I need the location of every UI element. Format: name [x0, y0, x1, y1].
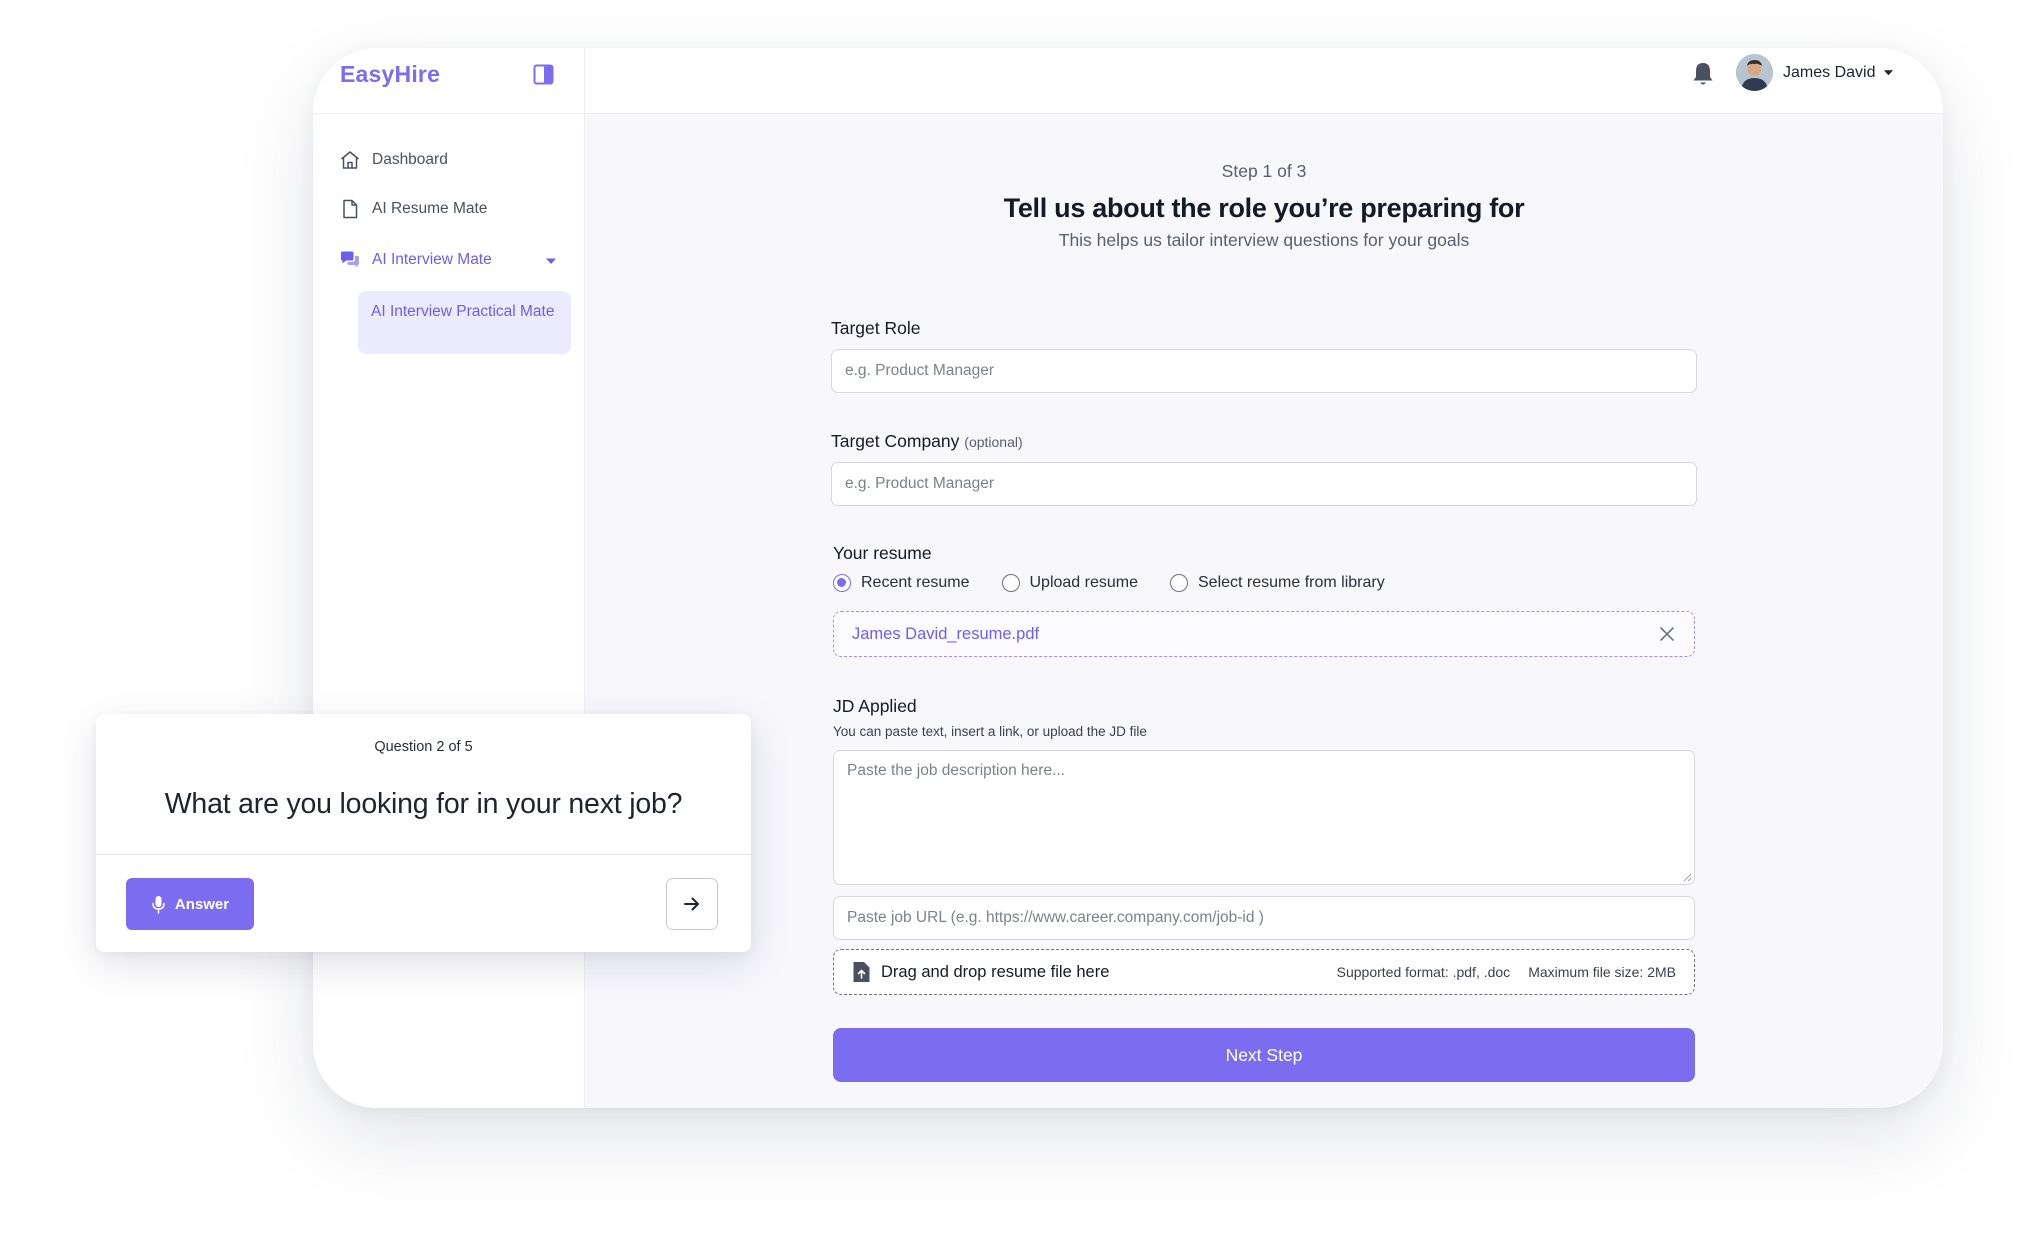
target-company-label-text: Target Company: [831, 431, 960, 451]
jd-file-dropzone[interactable]: Drag and drop resume file here Supported…: [833, 949, 1695, 995]
bell-icon[interactable]: [1690, 60, 1716, 88]
radio-recent-resume[interactable]: Recent resume: [833, 574, 970, 592]
max-file-size-note: Maximum file size: 2MB: [1528, 964, 1676, 980]
chat-bubbles-icon: [341, 251, 359, 268]
optional-note: (optional): [964, 434, 1023, 450]
microphone-icon: [152, 895, 165, 914]
question-card: Question 2 of 5 What are you looking for…: [96, 714, 751, 952]
resume-section-label: Your resume: [833, 543, 932, 563]
next-question-button[interactable]: [666, 878, 718, 930]
close-icon[interactable]: [1658, 625, 1676, 643]
question-counter: Question 2 of 5: [374, 739, 473, 755]
dropzone-label: Drag and drop resume file here: [881, 962, 1110, 981]
question-text: What are you looking for in your next jo…: [164, 788, 683, 820]
answer-button-label: Answer: [174, 895, 230, 913]
sidebar-toggle-icon[interactable]: [533, 64, 554, 85]
document-icon: [343, 199, 358, 219]
sidebar-item-label: AI Interview Mate: [372, 251, 492, 268]
target-company-label: Target Company (optional): [831, 431, 1023, 452]
sidebar-item-dashboard[interactable]: Dashboard: [339, 147, 569, 173]
next-step-button[interactable]: Next Step: [833, 1028, 1695, 1082]
role-setup-form: Step 1 of 3 Tell us about the role you’r…: [585, 114, 1943, 1108]
resume-file-name[interactable]: James David_resume.pdf: [852, 625, 1658, 644]
sidebar-item-ai-resume-mate[interactable]: AI Resume Mate: [339, 196, 569, 222]
sidebar-item-label: AI Resume Mate: [372, 200, 488, 217]
jd-url-input[interactable]: [833, 896, 1695, 940]
target-role-input[interactable]: [831, 349, 1697, 393]
radio-label: Select resume from library: [1198, 574, 1385, 591]
radio-indicator: [1170, 574, 1188, 592]
jd-hint: You can paste text, insert a link, or up…: [833, 724, 1147, 739]
chevron-down-icon: [1884, 70, 1894, 76]
card-divider: [96, 854, 751, 855]
sidebar-item-label: Dashboard: [372, 151, 448, 168]
avatar: [1736, 54, 1773, 91]
avatar-portrait-icon: [1736, 54, 1773, 91]
step-indicator: Step 1 of 3: [1221, 161, 1307, 181]
user-menu[interactable]: James David: [1736, 54, 1894, 91]
selected-resume-file: James David_resume.pdf: [833, 611, 1695, 657]
radio-selected-indicator: [833, 574, 851, 592]
answer-button[interactable]: Answer: [126, 878, 254, 930]
radio-upload-resume[interactable]: Upload resume: [1001, 574, 1139, 592]
chevron-down-icon[interactable]: [545, 255, 557, 267]
resume-source-options: Recent resume Upload resume Select resum…: [833, 574, 1417, 592]
file-upload-icon: [853, 962, 870, 982]
home-icon: [341, 151, 359, 169]
radio-indicator: [1001, 574, 1020, 592]
radio-label: Recent resume: [861, 574, 970, 591]
page-title: Tell us about the role you’re preparing …: [1003, 193, 1525, 223]
resize-grip-icon[interactable]: [1682, 872, 1692, 882]
radio-select-from-library[interactable]: Select resume from library: [1170, 574, 1385, 592]
radio-label: Upload resume: [1029, 574, 1139, 591]
sidebar-subitem-ai-interview-practical-mate[interactable]: AI Interview Practical Mate: [358, 291, 571, 354]
jd-text-input[interactable]: [833, 750, 1695, 885]
jd-section-label: JD Applied: [833, 696, 917, 716]
top-bar: James David: [585, 48, 1943, 114]
brand-logo[interactable]: EasyHire: [340, 61, 440, 88]
sidebar-item-ai-interview-mate[interactable]: AI Interview Mate: [339, 247, 569, 273]
target-company-input[interactable]: [831, 462, 1697, 506]
target-role-label: Target Role: [831, 318, 921, 338]
supported-format-note: Supported format: .pdf, .doc: [1336, 964, 1511, 980]
sidebar-divider: [313, 113, 584, 114]
page-subtitle: This helps us tailor interview questions…: [1058, 230, 1470, 250]
user-name: James David: [1783, 63, 1876, 81]
arrow-right-icon: [684, 897, 699, 911]
